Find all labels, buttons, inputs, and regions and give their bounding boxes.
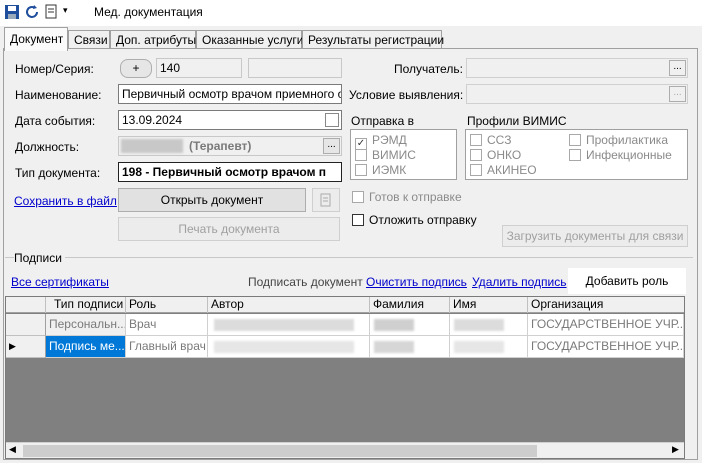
event-date-field[interactable]: 13.09.2024 (118, 110, 342, 130)
scroll-right-icon[interactable]: ▶ (672, 444, 679, 455)
column-header-type[interactable]: Тип подписи (46, 297, 126, 313)
table-header: Тип подписи Роль Автор Фамилия Имя Орган… (6, 297, 684, 313)
delete-signature-link[interactable]: Удалить подпись (472, 275, 567, 289)
doc-type-label: Тип документа: (15, 166, 101, 180)
recipient-select-button[interactable]: ... (669, 60, 686, 76)
document-menu-icon[interactable] (44, 4, 60, 20)
tab-extra-attributes[interactable]: Доп. атрибуты (110, 30, 196, 50)
number-field[interactable]: 140 (156, 58, 242, 78)
cell-type[interactable]: Персональн... (46, 314, 126, 336)
position-select-button[interactable]: ... (323, 138, 340, 154)
cell-author[interactable] (208, 336, 370, 358)
all-certificates-link[interactable]: Все сертификаты (11, 275, 109, 289)
column-header-surname[interactable]: Фамилия (370, 297, 450, 313)
sending-group: ✓ РЭМД ВИМИС ИЭМК (350, 129, 457, 180)
checkbox-iemk[interactable]: ИЭМК (355, 163, 406, 177)
checkbox-vimis[interactable]: ВИМИС (355, 148, 416, 162)
row-header[interactable] (6, 314, 46, 336)
tab-services[interactable]: Оказанные услуги (196, 30, 303, 50)
series-field[interactable] (248, 58, 342, 78)
redacted-name (121, 139, 183, 153)
vimis-group: ССЗ ОНКО АКИНЕО Профилактика Инфекционны… (465, 129, 688, 180)
column-header-role[interactable]: Роль (126, 297, 208, 313)
document-file-icon[interactable] (312, 188, 340, 212)
checkbox-onko[interactable]: ОНКО (470, 148, 521, 162)
signatures-table: Тип подписи Роль Автор Фамилия Имя Орган… (5, 296, 685, 459)
clear-signature-link[interactable]: Очистить подпись (366, 275, 467, 289)
checkbox-ready-to-send[interactable]: Готов к отправке (352, 190, 462, 204)
column-header-author[interactable]: Автор (208, 297, 370, 313)
doc-type-field[interactable]: 198 - Первичный осмотр врачом п (118, 162, 342, 182)
horizontal-scrollbar[interactable]: ◀ ▶ (6, 442, 684, 458)
cell-organization[interactable]: ГОСУДАРСТВЕННОЕ УЧР... (528, 336, 684, 358)
cell-role[interactable]: Главный врач (126, 336, 208, 358)
window-title: Мед. документация (94, 5, 203, 19)
cell-organization[interactable]: ГОСУДАРСТВЕННОЕ УЧР... (528, 314, 684, 336)
condition-label: Условие выявления: (349, 88, 464, 102)
save-to-file-link[interactable]: Сохранить в файл (14, 194, 117, 208)
checkbox-postpone-send[interactable]: Отложить отправку (352, 213, 477, 227)
checkbox-infectious[interactable]: Инфекционные (569, 148, 672, 162)
cell-role[interactable]: Врач (126, 314, 208, 336)
cell-name[interactable] (450, 314, 528, 336)
tab-document[interactable]: Документ (4, 27, 68, 51)
scrollbar-thumb[interactable] (23, 445, 537, 457)
table-row[interactable]: ▶ Подпись ме... Главный врач ГОСУДАРСТВЕ… (6, 336, 684, 358)
refresh-icon[interactable] (24, 4, 40, 20)
open-document-button[interactable]: Открыть документ (118, 188, 306, 212)
checkbox-ssz[interactable]: ССЗ (470, 133, 511, 147)
cell-name[interactable] (450, 336, 528, 358)
vimis-title: Профили ВИМИС (467, 114, 567, 128)
signatures-title: Подписи (14, 251, 65, 265)
tab-links[interactable]: Связи (68, 30, 110, 50)
cell-author[interactable] (208, 314, 370, 336)
cell-surname[interactable] (370, 314, 450, 336)
print-document-button[interactable]: Печать документа (118, 217, 340, 241)
cell-surname[interactable] (370, 336, 450, 358)
checkbox-akineo[interactable]: АКИНЕО (470, 163, 537, 177)
column-header-name[interactable]: Имя (450, 297, 528, 313)
event-date-label: Дата события: (15, 114, 96, 128)
signatures-divider (5, 257, 693, 258)
scroll-left-icon[interactable]: ◀ (9, 444, 16, 455)
calendar-icon[interactable] (325, 113, 339, 127)
name-label: Наименование: (15, 88, 102, 102)
add-number-button[interactable]: + (120, 59, 152, 78)
name-field[interactable]: Первичный осмотр врачом приемного отде (118, 84, 342, 104)
condition-select-button[interactable]: ... (669, 86, 686, 102)
sign-document-label[interactable]: Подписать документ (248, 275, 363, 289)
save-icon[interactable] (4, 4, 20, 20)
load-linked-docs-button[interactable]: Загрузить документы для связи (502, 225, 688, 247)
recipient-field[interactable] (466, 58, 688, 78)
position-label: Должность: (15, 140, 80, 154)
sending-title: Отправка в (351, 114, 414, 128)
chevron-down-icon[interactable]: ▾ (63, 5, 68, 16)
condition-field[interactable] (466, 84, 688, 104)
checkbox-prevention[interactable]: Профилактика (569, 133, 668, 147)
number-label: Номер/Серия: (15, 62, 94, 76)
title-bar: ▾ Мед. документация (0, 0, 702, 26)
add-role-button[interactable]: Добавить роль (568, 268, 686, 294)
cell-type[interactable]: Подпись ме... (46, 336, 126, 358)
column-header-organization[interactable]: Организация (528, 297, 684, 313)
row-header-corner (6, 297, 46, 313)
current-row-arrow-icon[interactable]: ▶ (6, 336, 46, 358)
table-row[interactable]: Персональн... Врач ГОСУДАРСТВЕННОЕ УЧР..… (6, 314, 684, 336)
tab-registration-results[interactable]: Результаты регистрации (302, 30, 444, 50)
recipient-label: Получатель: (394, 62, 463, 76)
tab-strip: Документ Связи Доп. атрибуты Оказанные у… (0, 26, 702, 51)
